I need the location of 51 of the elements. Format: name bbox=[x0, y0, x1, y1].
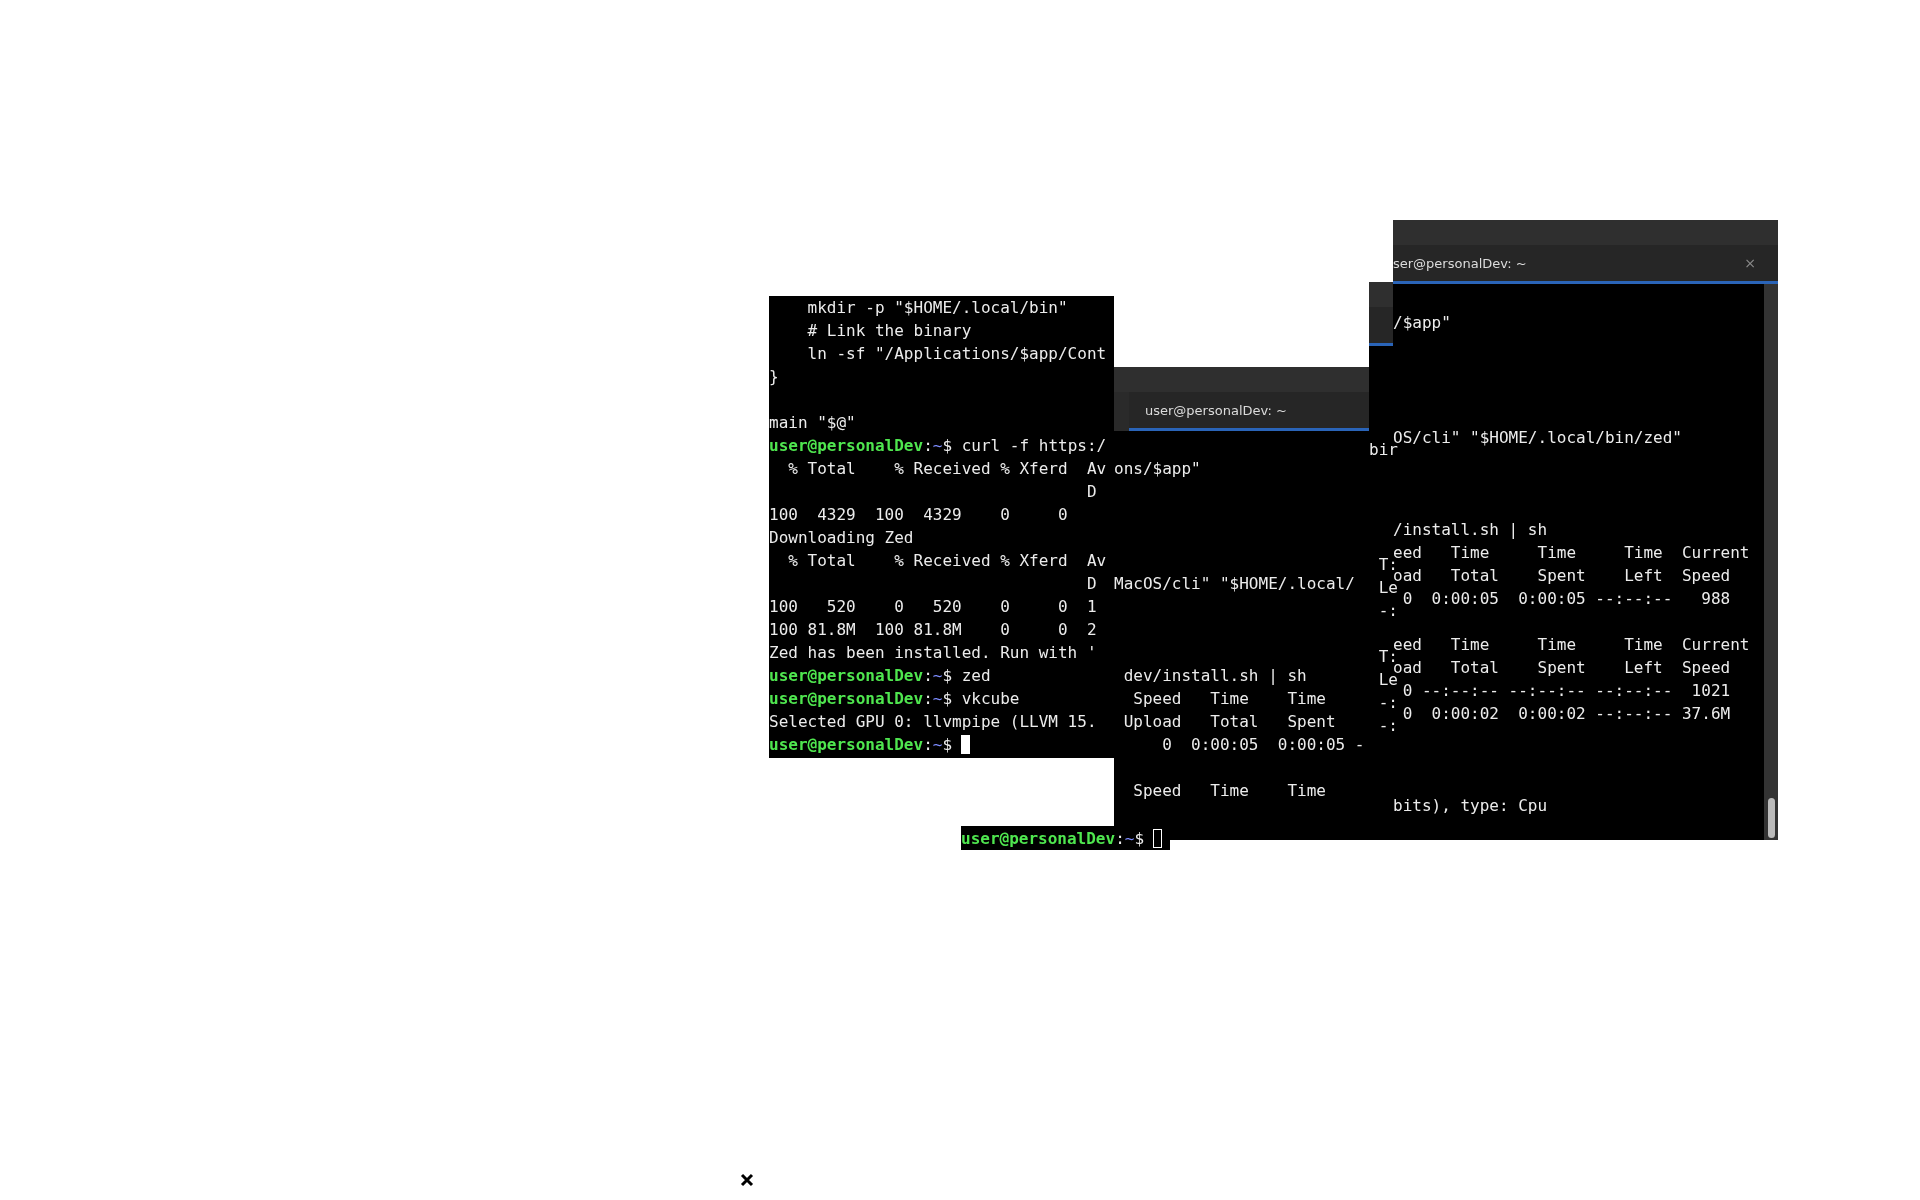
terminal-tab[interactable]: ser@personalDev: ~ × bbox=[1393, 245, 1778, 284]
terminal-line: 0 0:00:05 0:00:05 - bbox=[1161, 734, 1365, 756]
terminal-line: bits), type: Cpu bbox=[1393, 795, 1548, 817]
terminal-line: ons/$app" bbox=[1114, 458, 1201, 480]
scrollbar[interactable] bbox=[1764, 284, 1778, 840]
terminal-line: OS/cli" "$HOME/.local/bin/zed" bbox=[1393, 427, 1682, 447]
terminal-line: D bbox=[1085, 481, 1097, 503]
terminal-line: 0 0:00:05 0:00:05 --:--:-- 988 bbox=[1401, 588, 1731, 610]
prompt-line: user@personalDev:~$ zed bbox=[769, 665, 991, 687]
close-button[interactable]: × bbox=[1744, 255, 1756, 271]
terminal-line: 100 520 0 520 0 0 1 bbox=[769, 596, 1097, 618]
terminal-line: -: bbox=[1377, 715, 1398, 737]
prompt-line: user@personalDev:~$ bbox=[961, 827, 1145, 850]
terminal-line: Selected GPU 0: llvmpipe (LLVM 15. bbox=[769, 711, 1097, 733]
terminal-line: Speed Time Time bbox=[1132, 688, 1326, 710]
terminal-line: dev/install.sh | sh bbox=[1122, 665, 1307, 687]
terminal-line: Downloading Zed bbox=[769, 527, 914, 549]
close-icon[interactable] bbox=[740, 1173, 754, 1187]
terminal-line: MacOS/cli" "$HOME/.local/ bbox=[1114, 573, 1355, 595]
terminal-line: } bbox=[769, 366, 779, 388]
terminal-tab[interactable] bbox=[1369, 307, 1393, 346]
terminal-line: Upload Total Spent bbox=[1122, 711, 1336, 733]
terminal-line: -: bbox=[1377, 692, 1398, 714]
terminal-line: 0 --:--:-- --:--:-- --:--:-- 1021 bbox=[1401, 680, 1731, 702]
prompt-line: user@personalDev:~$ curl -f https:/ bbox=[769, 435, 1107, 457]
terminal-line: Zed has been installed. Run with ' bbox=[769, 642, 1097, 664]
title-bar bbox=[1369, 282, 1393, 307]
terminal-line: 100 81.8M 100 81.8M 0 0 2 bbox=[769, 619, 1097, 641]
terminal-line: Speed Time Time bbox=[1132, 780, 1326, 802]
terminal-line: /$app" bbox=[1393, 312, 1451, 334]
terminal-line: ln -sf "/Applications/$app/Cont bbox=[806, 343, 1107, 365]
terminal-line: oad Total Spent Left Speed bbox=[1393, 658, 1731, 677]
scrollbar-thumb[interactable] bbox=[1768, 798, 1775, 838]
terminal-tab[interactable]: user@personalDev: ~ bbox=[1129, 392, 1369, 431]
terminal-line: 100 4329 100 4329 0 0 bbox=[769, 504, 1068, 526]
terminal-line: % Total % Received % Xferd Av bbox=[787, 458, 1107, 480]
terminal-line: /install.sh | sh bbox=[1393, 519, 1548, 541]
terminal-line: 0 0:00:02 0:00:02 --:--:-- 37.6M bbox=[1401, 703, 1731, 725]
tab-title: ser@personalDev: ~ bbox=[1393, 255, 1527, 271]
terminal-line: # Link the binary bbox=[806, 320, 972, 342]
terminal-line: oad Total Spent Left Speed bbox=[1393, 566, 1731, 585]
terminal-line: % Total % Received % Xferd Av bbox=[787, 550, 1107, 572]
terminal-line: mkdir -p "$HOME/.local/bin" bbox=[806, 297, 1068, 319]
terminal-line: -: bbox=[1377, 600, 1398, 622]
terminal-line: D bbox=[1085, 573, 1097, 595]
terminal-line: eed Time Time Time Current bbox=[1393, 634, 1750, 654]
terminal-line: main "$@" bbox=[769, 412, 856, 434]
prompt-line: user@personalDev:~$ vkcube bbox=[769, 688, 1020, 710]
tab-title: user@personalDev: ~ bbox=[1145, 402, 1287, 418]
terminal-line: eed Time Time Time Current bbox=[1393, 542, 1750, 562]
prompt-line: user@personalDev:~$ bbox=[769, 734, 953, 756]
